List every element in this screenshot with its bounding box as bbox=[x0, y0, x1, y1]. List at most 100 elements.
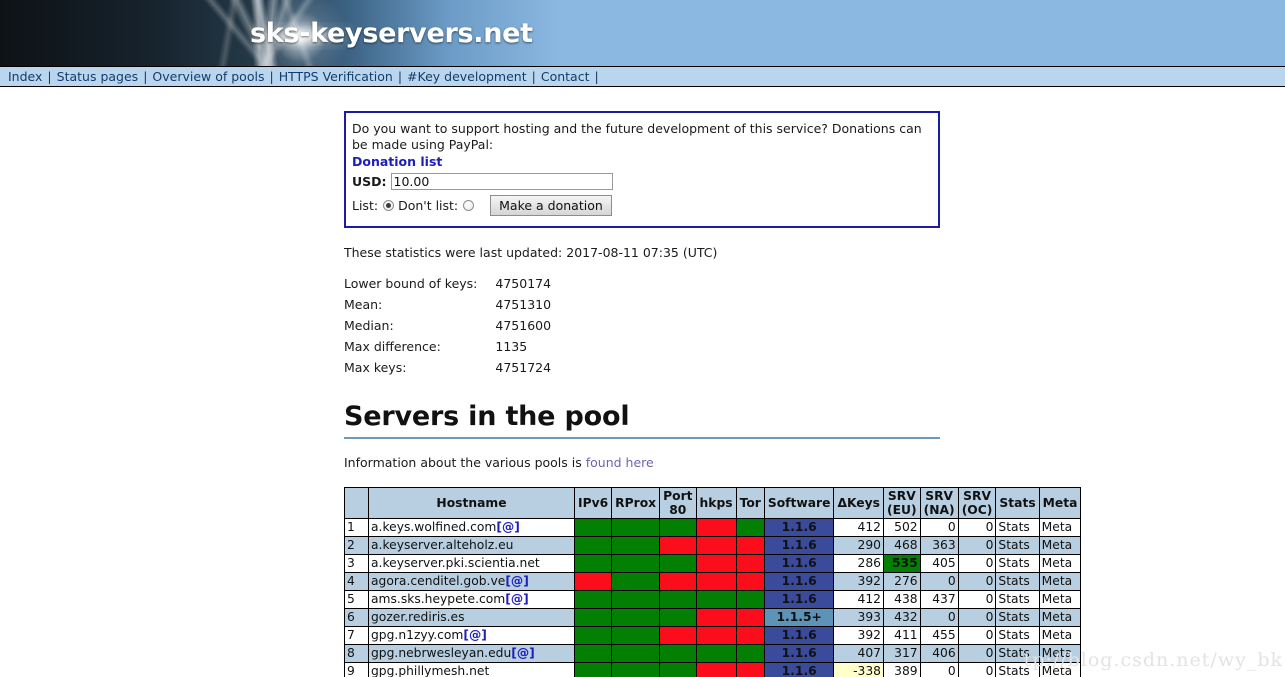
server-hostname[interactable]: gozer.rediris.es bbox=[368, 608, 575, 627]
hkps-status-ok bbox=[695, 644, 737, 663]
donation-amount-input[interactable] bbox=[390, 173, 613, 190]
meta-link[interactable]: Meta bbox=[1038, 554, 1082, 573]
meta-link[interactable]: Meta bbox=[1038, 626, 1082, 645]
server-hostname[interactable]: a.keys.wolfined.com[@] bbox=[368, 518, 575, 537]
col-header-port80[interactable]: Port 80 bbox=[659, 487, 697, 519]
stats-link[interactable]: Stats bbox=[995, 644, 1040, 663]
server-hostname[interactable]: a.keyserver.pki.scientia.net bbox=[368, 554, 575, 573]
dont-list-radio-label: Don't list: bbox=[398, 197, 459, 213]
table-row: 8 gpg.nebrwesleyan.edu[@] 1.1.6 407 317 406 0 S… bbox=[344, 644, 1082, 663]
table-row: 7 gpg.n1zyy.com[@] 1.1.6 392 411 455 0 Stats Met… bbox=[344, 626, 1082, 645]
server-hostname[interactable]: gpg.nebrwesleyan.edu[@] bbox=[368, 644, 575, 663]
nav-separator: | bbox=[143, 69, 148, 84]
ipv6-status-ok bbox=[573, 626, 613, 645]
hkps-status-fail bbox=[695, 536, 737, 555]
meta-link[interactable]: Meta bbox=[1038, 590, 1082, 609]
col-header-srv-na[interactable]: SRV (NA) bbox=[919, 487, 959, 519]
stats-link[interactable]: Stats bbox=[995, 662, 1040, 677]
srv-oc-value: 0 bbox=[957, 644, 997, 663]
contact-at-link[interactable]: [@] bbox=[463, 628, 487, 642]
contact-at-link[interactable]: [@] bbox=[505, 592, 529, 606]
col-header-ipv6[interactable]: IPv6 bbox=[573, 487, 613, 519]
tor-status-ok bbox=[735, 590, 765, 609]
table-row: 6 gozer.rediris.es 1.1.5+ 393 432 0 0 Stats Meta bbox=[344, 608, 1082, 627]
col-header-tor[interactable]: Tor bbox=[735, 487, 765, 519]
hostname-text: agora.cenditel.gob.ve bbox=[371, 574, 506, 588]
stats-link[interactable]: Stats bbox=[995, 572, 1040, 591]
ipv6-status-ok bbox=[573, 536, 613, 555]
software-version: 1.1.6 bbox=[763, 662, 835, 677]
contact-at-link[interactable]: [@] bbox=[511, 646, 535, 660]
col-header-hostname[interactable]: Hostname bbox=[368, 487, 575, 519]
pool-info-prefix: Information about the various pools is bbox=[344, 455, 586, 470]
donation-listing-row: List: Don't list: Make a donation bbox=[352, 195, 932, 216]
srv-oc-value: 0 bbox=[957, 572, 997, 591]
col-header-meta[interactable]: Meta bbox=[1038, 487, 1082, 519]
col-header-dkeys[interactable]: ΔKeys bbox=[833, 487, 884, 519]
donation-amount-row: USD: bbox=[352, 173, 932, 190]
ipv6-status-fail bbox=[573, 572, 613, 591]
contact-at-link[interactable]: [@] bbox=[505, 574, 529, 588]
server-hostname[interactable]: a.keyserver.alteholz.eu bbox=[368, 536, 575, 555]
tor-status-fail bbox=[735, 626, 765, 645]
nav-link-key-development[interactable]: #Key development bbox=[407, 69, 527, 84]
col-header-srv-oc[interactable]: SRV (OC) bbox=[957, 487, 997, 519]
table-row: 4 agora.cenditel.gob.ve[@] 1.1.6 392 276 0 0 St… bbox=[344, 572, 1082, 591]
nav-link-contact[interactable]: Contact bbox=[541, 69, 590, 84]
stat-value: 4751600 bbox=[495, 318, 552, 333]
server-hostname[interactable]: agora.cenditel.gob.ve[@] bbox=[368, 572, 575, 591]
meta-link[interactable]: Meta bbox=[1038, 644, 1082, 663]
server-hostname[interactable]: gpg.phillymesh.net bbox=[368, 662, 575, 677]
dont-list-radio[interactable] bbox=[463, 200, 475, 211]
donation-list-link[interactable]: Donation list bbox=[352, 154, 932, 170]
stat-row: Lower bound of keys: 4750174 bbox=[344, 276, 551, 297]
meta-link[interactable]: Meta bbox=[1038, 662, 1082, 677]
server-hostname[interactable]: gpg.n1zyy.com[@] bbox=[368, 626, 575, 645]
make-donation-button[interactable]: Make a donation bbox=[490, 195, 612, 216]
delta-keys: 412 bbox=[833, 590, 884, 609]
stats-link[interactable]: Stats bbox=[995, 554, 1040, 573]
col-header-stats[interactable]: Stats bbox=[995, 487, 1040, 519]
col-header-srv-eu[interactable]: SRV (EU) bbox=[882, 487, 921, 519]
hostname-text: ams.sks.heypete.com bbox=[371, 592, 506, 606]
nav-link-https-verification[interactable]: HTTPS Verification bbox=[279, 69, 393, 84]
delta-keys: 290 bbox=[833, 536, 884, 555]
row-index: 9 bbox=[344, 662, 369, 677]
port80-status-fail bbox=[659, 572, 697, 591]
meta-link[interactable]: Meta bbox=[1038, 608, 1082, 627]
stats-link[interactable]: Stats bbox=[995, 518, 1040, 537]
stats-link[interactable]: Stats bbox=[995, 590, 1040, 609]
page-section-title: Servers in the pool bbox=[344, 401, 940, 439]
col-header-rprox[interactable]: RProx bbox=[611, 487, 661, 519]
pool-info-link[interactable]: found here bbox=[586, 455, 654, 470]
servers-table: Hostname IPv6 RProx Port 80 hkps Tor Soft… bbox=[344, 487, 1082, 677]
srv-na-value: 0 bbox=[919, 608, 959, 627]
meta-link[interactable]: Meta bbox=[1038, 572, 1082, 591]
nav-link-status-pages[interactable]: Status pages bbox=[57, 69, 139, 84]
hostname-text: a.keyserver.alteholz.eu bbox=[371, 538, 514, 552]
srv-eu-value: 468 bbox=[882, 536, 921, 555]
nav-link-overview-of-pools[interactable]: Overview of pools bbox=[152, 69, 264, 84]
contact-at-link[interactable]: [@] bbox=[496, 520, 520, 534]
delta-keys: 286 bbox=[833, 554, 884, 573]
rprox-status-ok bbox=[611, 626, 661, 645]
stats-link[interactable]: Stats bbox=[995, 626, 1040, 645]
col-header-number[interactable] bbox=[344, 487, 369, 519]
nav-link-index[interactable]: Index bbox=[8, 69, 42, 84]
meta-link[interactable]: Meta bbox=[1038, 536, 1082, 555]
site-banner: sks-keyservers.net bbox=[0, 0, 1285, 66]
col-header-hkps[interactable]: hkps bbox=[695, 487, 737, 519]
stats-link[interactable]: Stats bbox=[995, 536, 1040, 555]
stat-value: 4751724 bbox=[495, 360, 552, 375]
meta-link[interactable]: Meta bbox=[1038, 518, 1082, 537]
hkps-status-fail bbox=[695, 626, 737, 645]
stats-link[interactable]: Stats bbox=[995, 608, 1040, 627]
port80-status-ok bbox=[659, 590, 697, 609]
server-hostname[interactable]: ams.sks.heypete.com[@] bbox=[368, 590, 575, 609]
rprox-status-ok bbox=[611, 590, 661, 609]
row-index: 7 bbox=[344, 626, 369, 645]
col-header-software[interactable]: Software bbox=[763, 487, 835, 519]
list-radio[interactable] bbox=[383, 200, 395, 211]
stat-value: 4750174 bbox=[495, 276, 552, 291]
rprox-status-ok bbox=[611, 662, 661, 677]
